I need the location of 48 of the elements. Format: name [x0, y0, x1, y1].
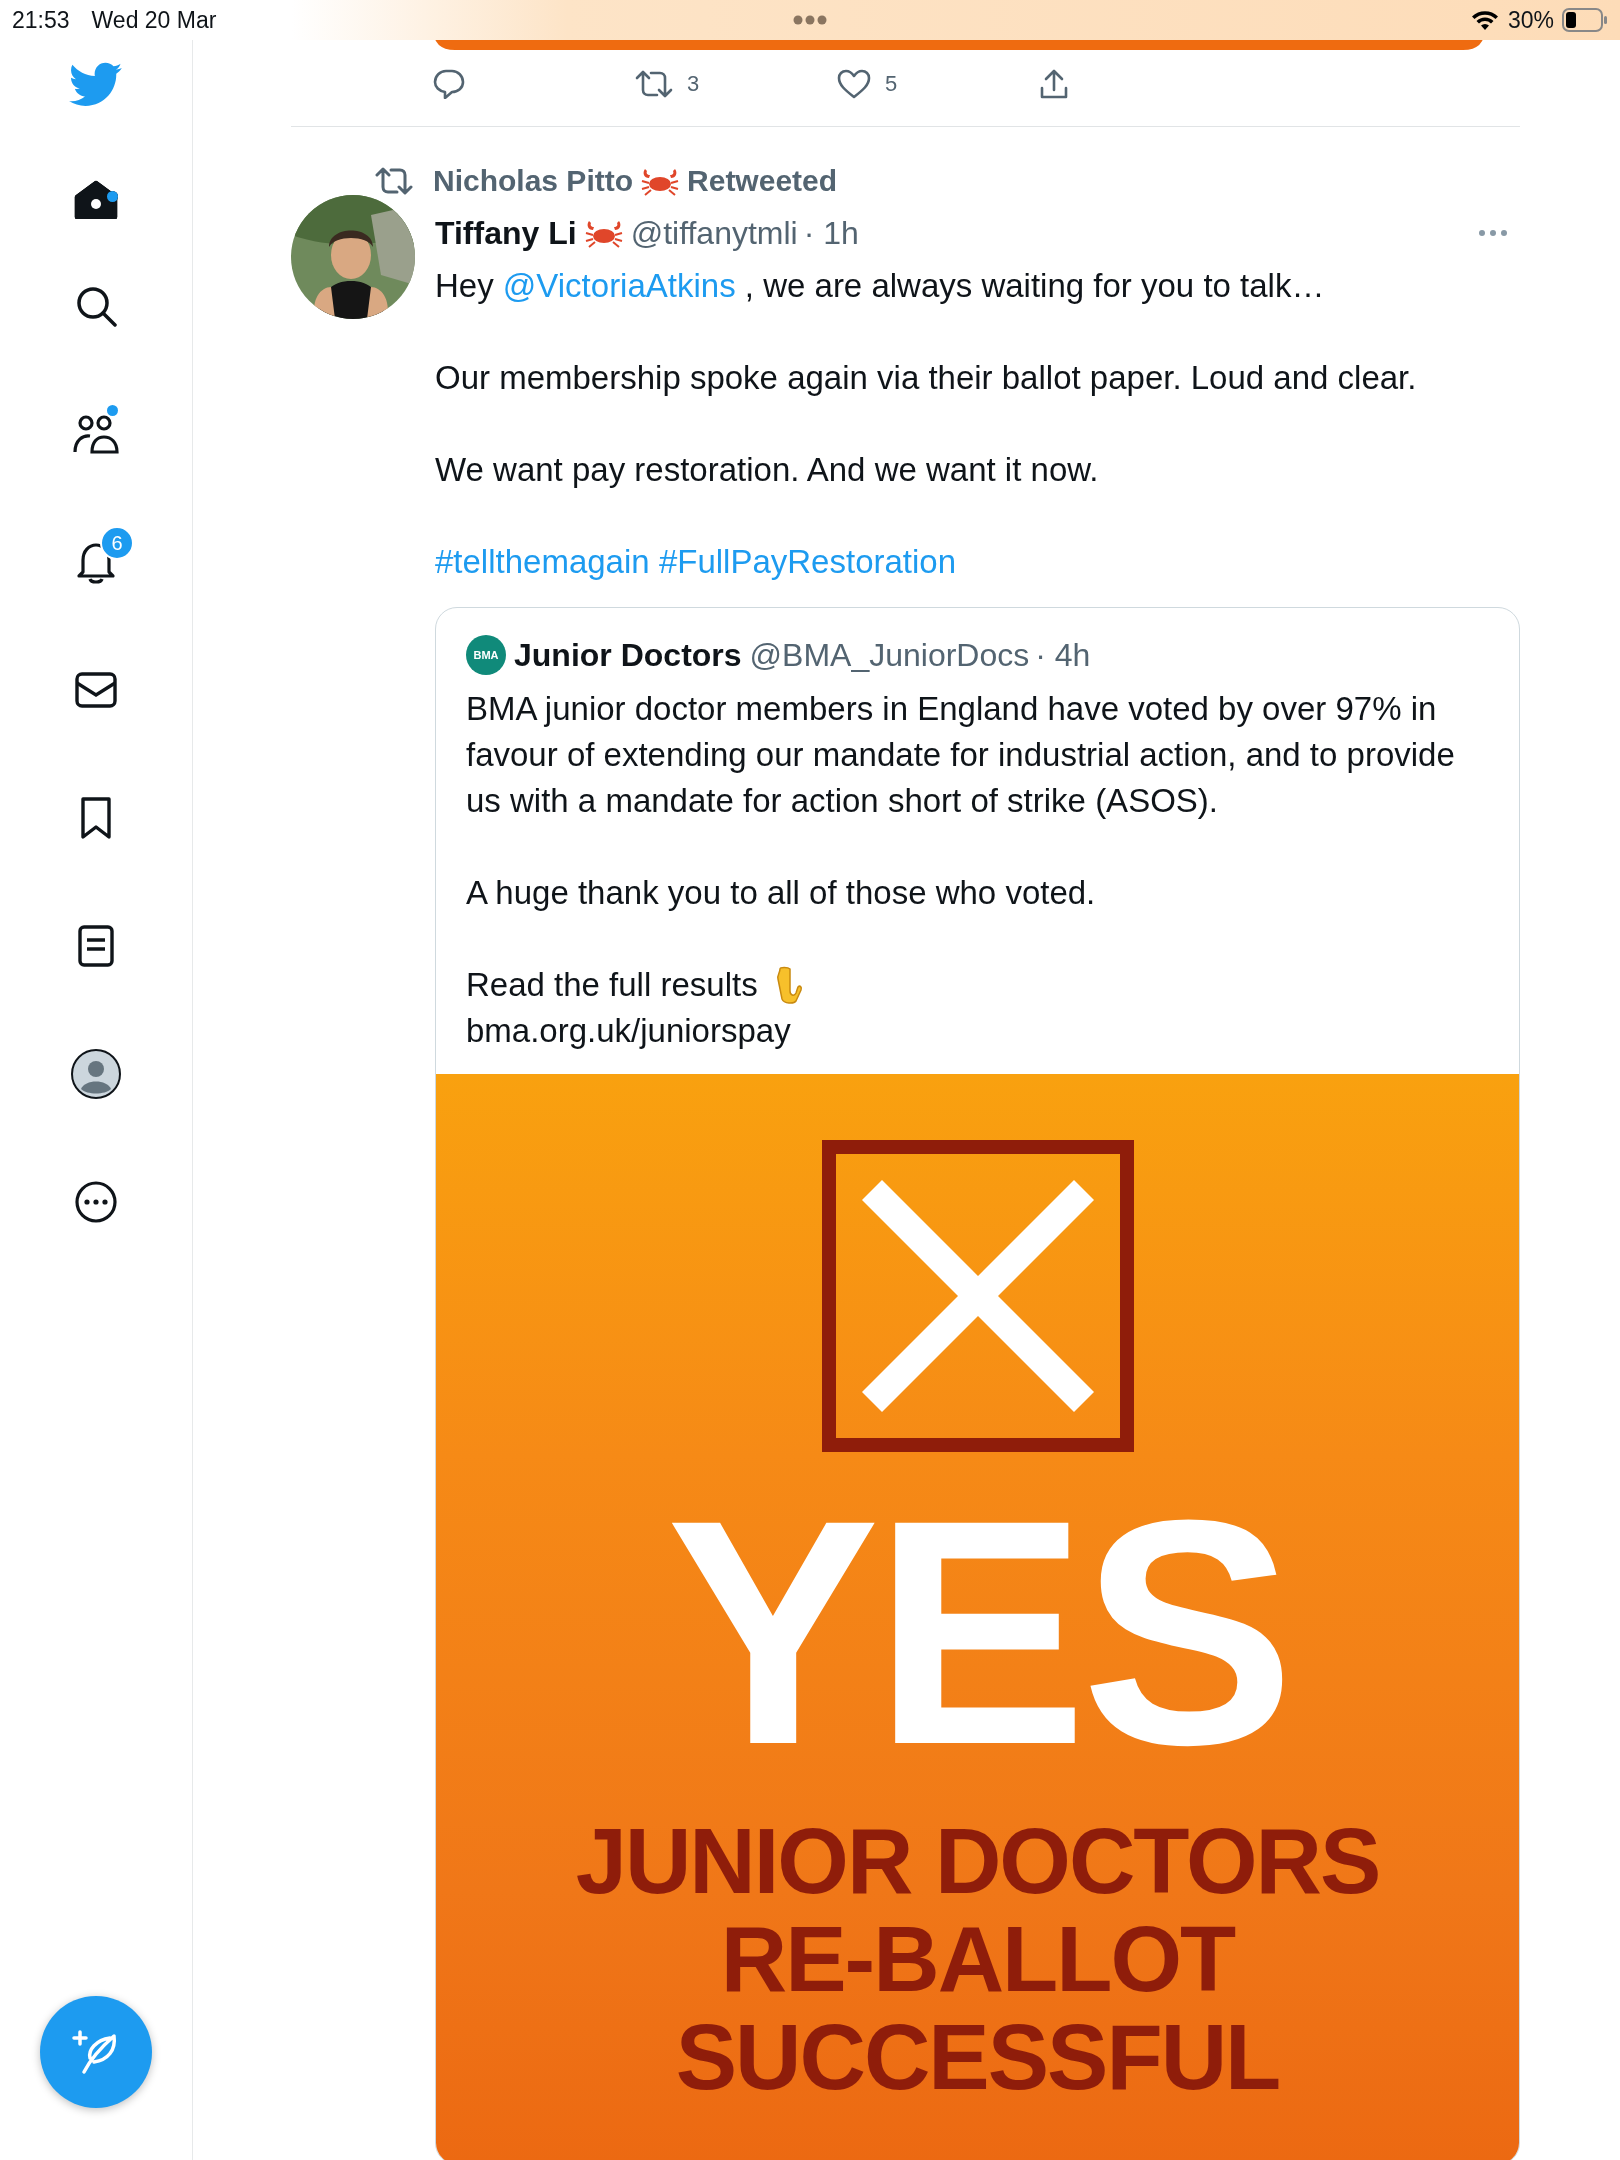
reply-icon[interactable]: [433, 69, 465, 99]
heart-icon[interactable]: [837, 69, 871, 99]
unread-dot: [107, 405, 118, 416]
retweeter-name[interactable]: Nicholas Pitto: [433, 164, 634, 198]
quoted-tweet-text: A huge thank you to all of those who voted.: [466, 873, 1097, 913]
home-icon[interactable]: [74, 179, 118, 219]
image-caption: RE-BALLOT: [720, 1910, 1235, 2008]
list-icon[interactable]: [77, 924, 115, 968]
avatar-icon[interactable]: [71, 1049, 121, 1099]
account-logo: BMA: [466, 635, 506, 675]
quoted-author-handle: @BMA_JuniorDocs: [749, 636, 1030, 674]
tweet-time: · 1h: [803, 214, 859, 252]
retweet-icon: [375, 167, 413, 195]
bird-logo-icon[interactable]: [69, 62, 123, 108]
quoted-tweet-link[interactable]: bma.org.uk/juniorspay: [436, 1008, 1519, 1054]
search-icon[interactable]: [75, 285, 117, 327]
quoted-author-name: Junior Doctors: [514, 636, 742, 674]
ballot-cross-icon: [821, 1140, 1134, 1452]
status-time: 21:53: [12, 6, 70, 34]
status-date: Wed 20 Mar: [91, 6, 217, 34]
image-headline: YES: [666, 1472, 1289, 1792]
image-caption: JUNIOR DOCTORS: [575, 1812, 1380, 1910]
battery-icon: [1562, 8, 1608, 32]
author-handle[interactable]: @tiffanytmli: [630, 214, 798, 252]
quoted-tweet-card[interactable]: [435, 607, 1520, 2160]
retweet-icon[interactable]: [635, 70, 673, 98]
more-icon[interactable]: [74, 1180, 118, 1224]
quoted-tweet-text: BMA junior doctor members in England have voted by over 97% in favour of extending our mandate for industrial action, and to provide us with a mandate for action short of strike (ASOS).: [466, 689, 1456, 821]
action-count: 3: [687, 71, 700, 97]
people-icon[interactable]: [72, 412, 120, 456]
image-caption: SUCCESSFUL: [675, 2008, 1280, 2106]
retweet-label: Retweeted: [687, 164, 838, 198]
tweet-text: Our membership spoke again via their ballot paper. Loud and clear.: [435, 358, 1418, 398]
quoted-tweet-time: · 4h: [1035, 636, 1091, 674]
unread-dot: [107, 191, 118, 202]
action-count: 5: [885, 71, 898, 97]
notification-count: 6: [100, 526, 134, 560]
quoted-tweet-text: Read the full results: [466, 965, 758, 1005]
tweet-text: We want pay restoration. And we want it now.: [435, 450, 1100, 490]
tweet-text: Hey @VictoriaAtkins , we are always waiting for you to talk…: [435, 266, 1326, 306]
wifi-icon: [1469, 9, 1500, 31]
author-name[interactable]: Tiffany Li: [435, 214, 577, 252]
multitasking-icon[interactable]: [793, 15, 827, 25]
bookmark-icon[interactable]: [78, 796, 114, 840]
share-icon[interactable]: [1039, 68, 1069, 100]
compose-button[interactable]: [40, 1996, 152, 2108]
mail-icon[interactable]: [74, 671, 118, 709]
battery-percent: 30%: [1507, 6, 1554, 34]
